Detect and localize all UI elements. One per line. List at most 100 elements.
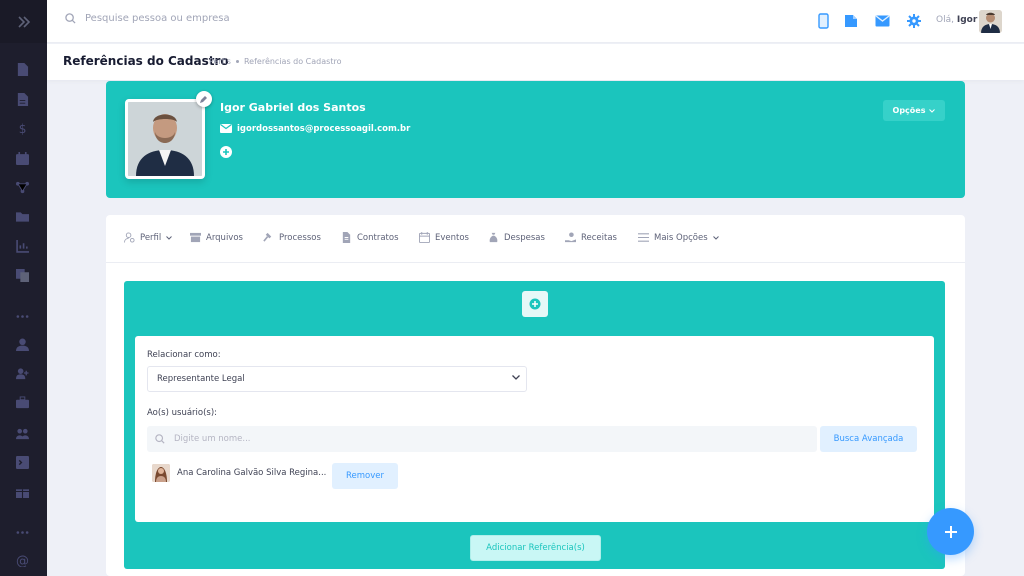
tab-eventos-label: Eventos [435, 232, 469, 243]
chevron-down-icon [166, 235, 173, 240]
more-dots-icon [14, 308, 30, 324]
hand-coin-icon [565, 232, 576, 243]
avatar[interactable] [979, 10, 1002, 33]
archive-icon [190, 232, 201, 243]
notes-icon[interactable] [843, 12, 859, 30]
breadcrumb: Perfis Referências do Cadastro [209, 57, 341, 66]
mail-icon[interactable] [874, 12, 890, 30]
tab-contratos[interactable]: Contratos [341, 232, 399, 243]
chevron-down-icon [929, 108, 936, 113]
add-contact-button[interactable] [220, 146, 232, 158]
sidebar: $ @ [0, 0, 47, 576]
global-search [65, 13, 345, 24]
plus-circle-icon [529, 298, 541, 310]
file-icon [342, 232, 351, 243]
add-user-icon[interactable] [14, 365, 30, 381]
user-search-input[interactable] [174, 434, 774, 444]
tab-arquivos[interactable]: Arquivos [190, 232, 243, 243]
greeting: Olá, Igor [936, 15, 977, 25]
tab-perfil-label: Perfil [140, 232, 162, 243]
network-icon[interactable] [14, 179, 30, 195]
tab-processos[interactable]: Processos [263, 232, 321, 243]
floating-add-button[interactable] [927, 508, 974, 555]
pencil-icon [200, 96, 207, 103]
user-name: Igor [956, 15, 978, 25]
calendar-icon[interactable] [14, 150, 30, 166]
svg-text:$: $ [18, 122, 26, 135]
double-chevron-right-icon [17, 15, 30, 28]
gavel-icon [263, 232, 272, 242]
global-search-input[interactable] [85, 13, 345, 24]
breadcrumb-item-current[interactable]: Referências do Cadastro [244, 57, 342, 66]
svg-text:@: @ [16, 554, 29, 567]
chevron-down-icon [512, 375, 520, 380]
tab-despesas-label: Despesas [504, 232, 545, 243]
relate-label: Relacionar como: [147, 350, 221, 360]
edit-photo-button[interactable] [196, 91, 212, 107]
add-reference-toggle[interactable] [522, 291, 548, 317]
reference-user-name: Ana Carolina Galvão Silva Regina... [177, 468, 327, 478]
references-panel: Relacionar como: Representante Legal Ao(… [124, 281, 945, 569]
profile-tabs: Perfil Arquivos Processos Contratos Even… [106, 215, 965, 263]
tab-contratos-label: Contratos [357, 232, 399, 243]
tab-despesas[interactable]: Despesas [488, 232, 545, 243]
profile-name: Igor Gabriel dos Santos [220, 101, 366, 114]
search-icon [65, 13, 76, 24]
email-icon [220, 124, 232, 133]
top-header: Olá, Igor [47, 0, 1024, 43]
chevron-down-icon [712, 235, 719, 240]
tab-receitas-label: Receitas [581, 232, 617, 243]
relate-select[interactable]: Representante Legal [147, 366, 527, 392]
briefcase-icon[interactable] [14, 394, 30, 410]
reference-form: Relacionar como: Representante Legal Ao(… [135, 336, 934, 522]
greeting-text: Olá, [936, 15, 954, 25]
user-icon[interactable] [14, 336, 30, 352]
page-title: Referências do Cadastro [63, 54, 229, 68]
breadcrumb-item-perfis[interactable]: Perfis [209, 57, 231, 66]
profile-email-text[interactable]: igordossantos@processoagil.com.br [237, 124, 410, 134]
add-reference-button[interactable]: Adicionar Referência(s) [470, 535, 601, 561]
gear-icon[interactable] [906, 12, 922, 30]
at-icon[interactable]: @ [14, 552, 30, 568]
relate-select-value: Representante Legal [157, 374, 245, 384]
remove-button[interactable]: Remover [332, 463, 398, 489]
document-text-icon[interactable] [14, 91, 30, 107]
gift-icon[interactable] [14, 483, 30, 499]
folder-icon[interactable] [14, 208, 30, 224]
tab-mais-opcoes[interactable]: Mais Opções [638, 232, 719, 243]
more-dots-icon [14, 524, 30, 540]
profile-email: igordossantos@processoagil.com.br [220, 124, 410, 134]
tab-eventos[interactable]: Eventos [419, 232, 469, 243]
users-icon[interactable] [14, 425, 30, 441]
list-item: Ana Carolina Galvão Silva Regina... [152, 464, 326, 482]
copy-icon[interactable] [14, 267, 30, 283]
money-bag-icon [489, 232, 498, 243]
document-icon[interactable] [14, 61, 30, 77]
dollar-icon[interactable]: $ [14, 120, 30, 136]
options-label: Opções [892, 106, 926, 115]
user-gear-icon [124, 232, 135, 243]
tab-processos-label: Processos [279, 232, 321, 243]
breadcrumb-separator [235, 60, 239, 63]
users-label: Ao(s) usuário(s): [147, 408, 218, 418]
tab-mais-opcoes-label: Mais Opções [654, 232, 708, 243]
terminal-icon[interactable] [14, 454, 30, 470]
mobile-icon[interactable] [815, 12, 831, 30]
options-button[interactable]: Opções [883, 100, 945, 121]
plus-icon [223, 149, 229, 155]
user-search-box [147, 426, 817, 452]
tab-arquivos-label: Arquivos [206, 232, 243, 243]
search-icon [155, 434, 165, 444]
calendar-icon [419, 232, 430, 243]
menu-icon [638, 233, 649, 242]
tab-perfil[interactable]: Perfil [124, 232, 173, 243]
subheader: Referências do Cadastro Perfis Referênci… [47, 44, 1024, 80]
chart-icon[interactable] [14, 238, 30, 254]
profile-card: Igor Gabriel dos Santos igordossantos@pr… [106, 81, 965, 198]
sidebar-toggle[interactable] [0, 0, 47, 43]
plus-icon [944, 525, 957, 538]
tab-receitas[interactable]: Receitas [565, 232, 617, 243]
avatar [152, 464, 170, 482]
main-card: Perfil Arquivos Processos Contratos Even… [106, 215, 965, 576]
advanced-search-button[interactable]: Busca Avançada [820, 426, 917, 452]
